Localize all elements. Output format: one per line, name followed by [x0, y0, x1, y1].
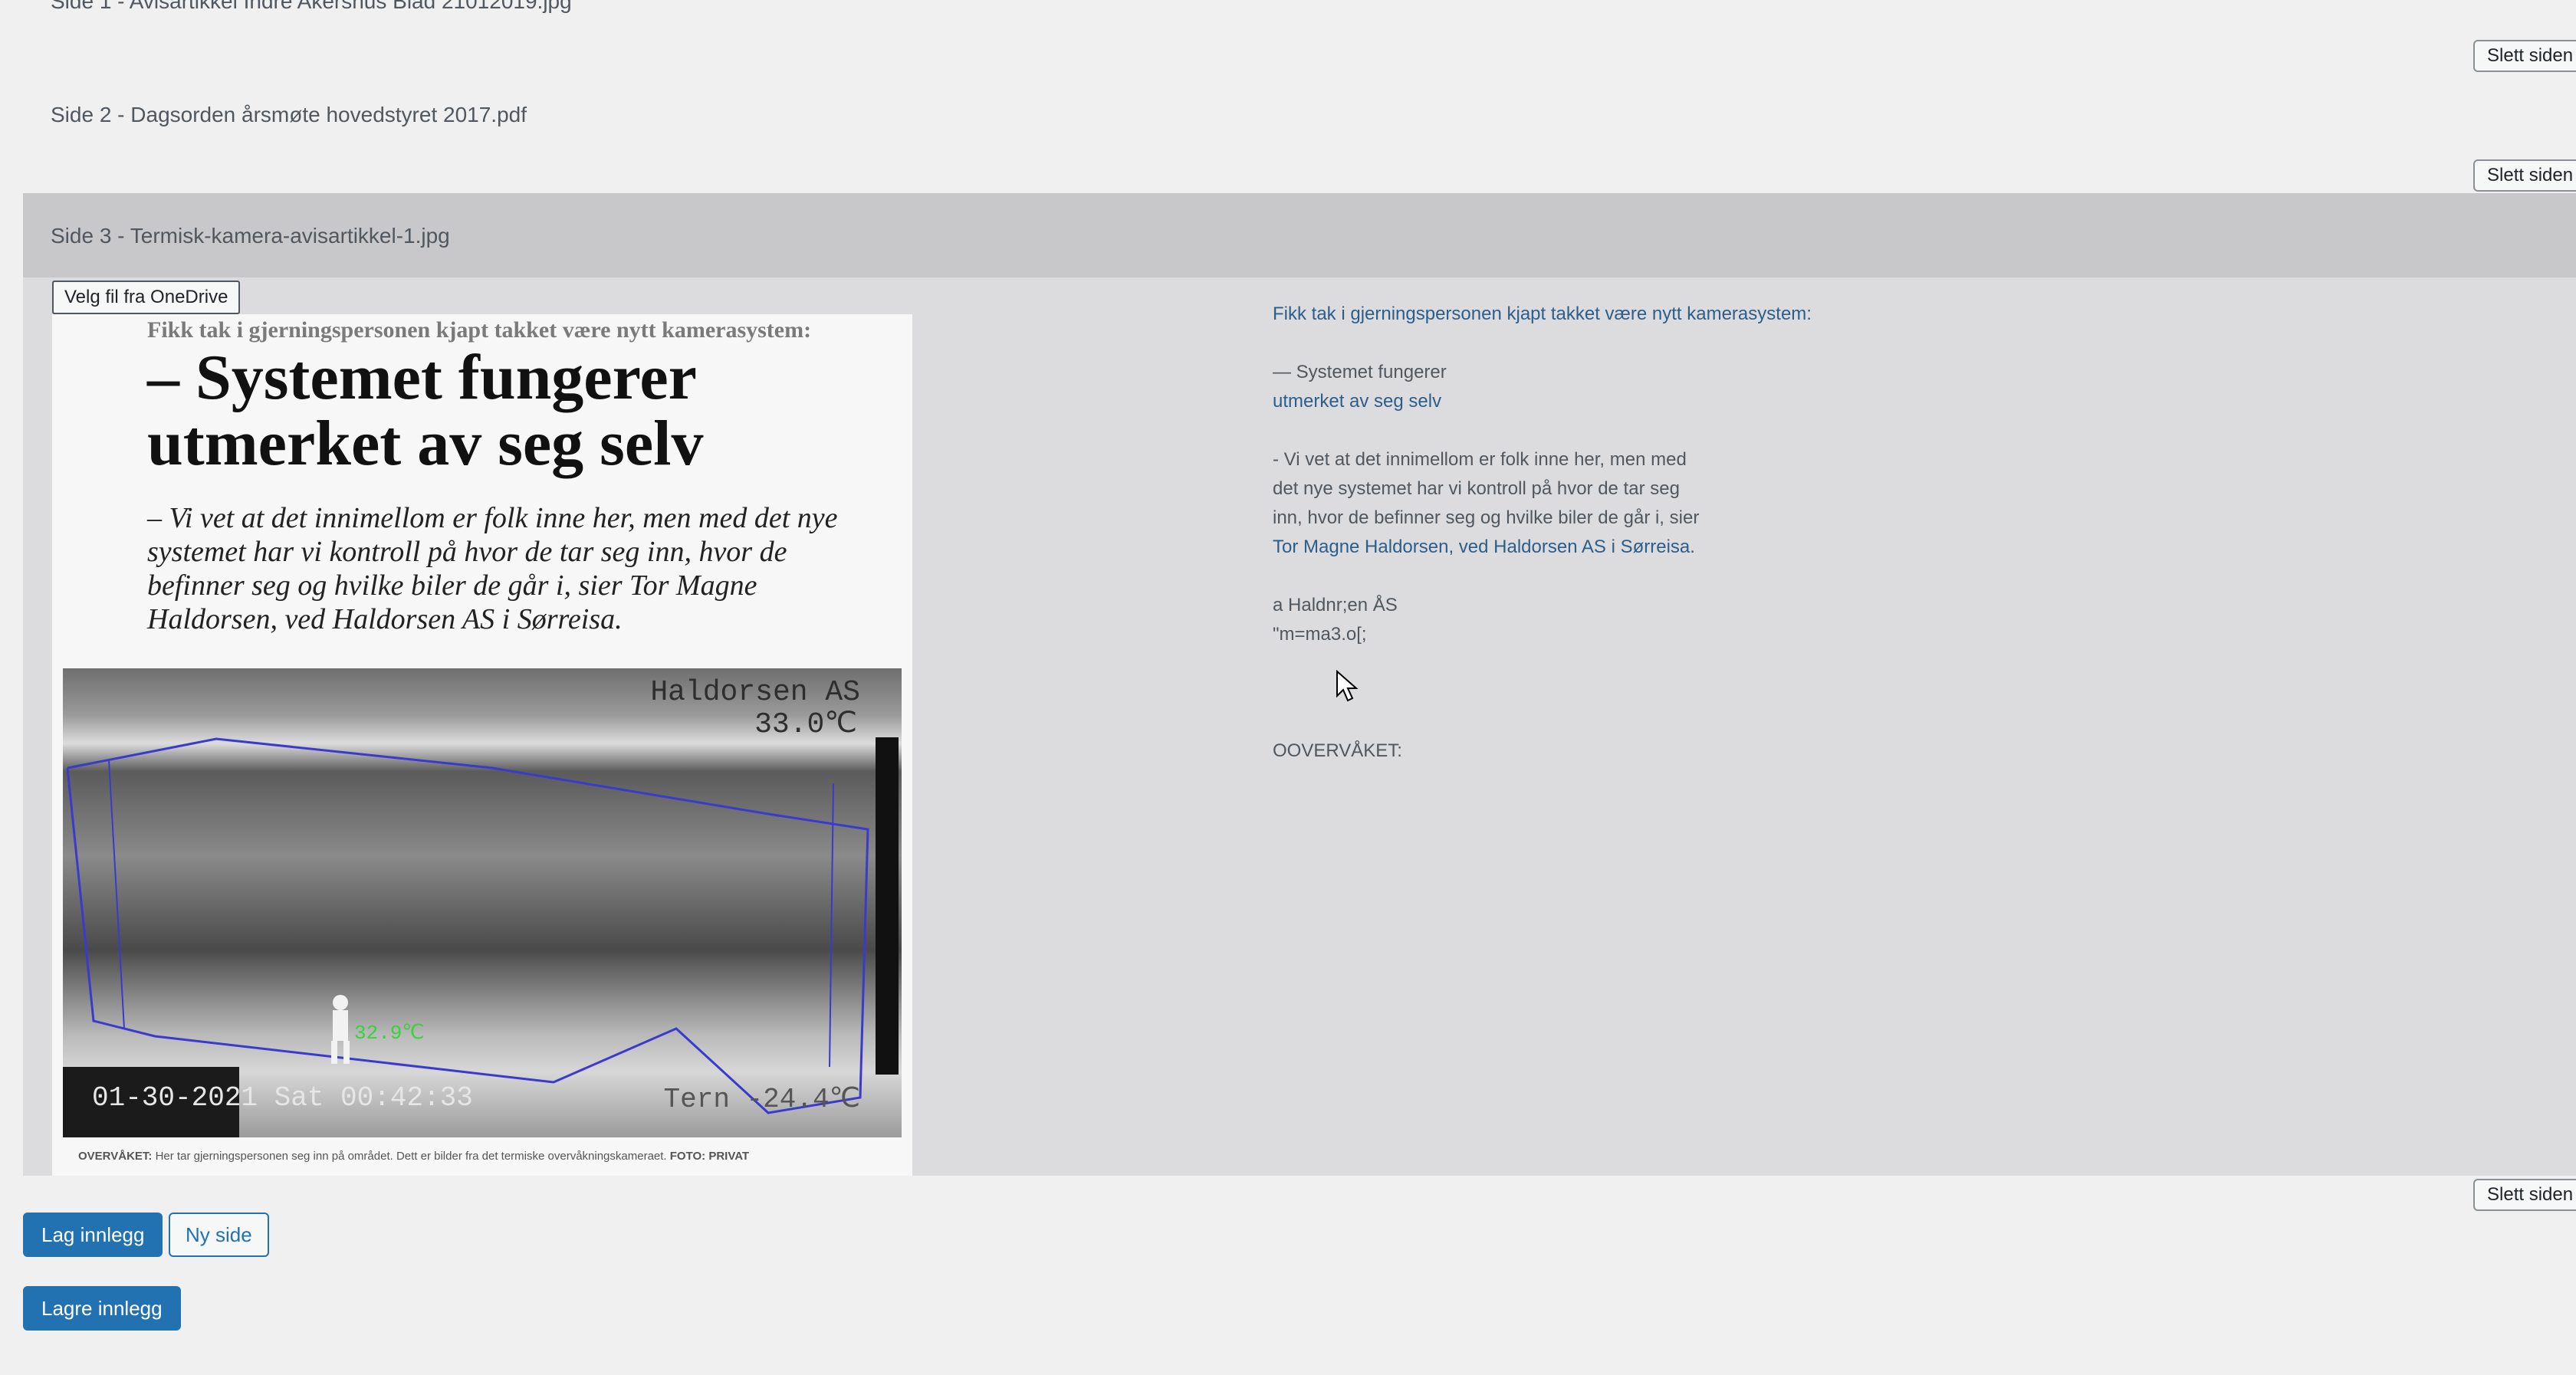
onedrive-file-button[interactable]: Velg fil fra OneDrive	[52, 281, 241, 314]
person-icon	[331, 995, 350, 1064]
mouse-cursor-icon	[1336, 670, 1359, 702]
thermal-camera-photo: Haldorsen AS 33.0℃ 32.9℃ 01-30-2021 Sat …	[63, 668, 902, 1137]
ocr-line-3: utmerket av seg selv	[1273, 391, 1442, 412]
ocr-line-10: OOVERVÅKET:	[1273, 740, 1402, 761]
page-1-title: Side 1 - Avisartikkel Indre Akershus Bla…	[51, 0, 572, 13]
ocr-line-7: Tor Magne Haldorsen, ved Haldorsen AS i …	[1273, 537, 1695, 557]
page-2-title: Side 2 - Dagsorden årsmøte hovedstyret 2…	[51, 103, 527, 126]
ocr-line-5: det nye systemet har vi kontroll på hvor…	[1273, 478, 1680, 499]
article-kicker: Fikk tak i gjerningspersonen kjapt takke…	[147, 317, 812, 343]
ocr-line-4: - Vi vet at det innimellom er folk inne …	[1273, 449, 1687, 470]
ocr-line-9: "m=ma3.o[;	[1273, 624, 1367, 645]
article-headline-line-2: utmerket av seg selv	[147, 408, 704, 479]
photo-caption: OVERVÅKET: Her tar gjerningspersonen seg…	[78, 1150, 749, 1163]
caption-text: Her tar gjerningspersonen seg inn på omr…	[155, 1150, 667, 1163]
delete-page-3-button[interactable]: Slett siden	[2473, 1179, 2576, 1211]
ocr-line-1: Fikk tak i gjerningspersonen kjapt takke…	[1273, 304, 1812, 324]
new-page-button[interactable]: Ny side	[169, 1213, 269, 1257]
save-post-button[interactable]: Lagre innlegg	[23, 1286, 181, 1331]
article-headline: – Systemet fungerer utmerket av seg selv	[147, 345, 899, 477]
photo-person-temp: 32.9℃	[354, 1022, 425, 1045]
ocr-line-8: a Haldnr;en ÅS	[1273, 595, 1398, 615]
ocr-line-2: — Systemet fungerer	[1273, 362, 1447, 382]
ocr-line-6: inn, hvor de befinner seg og hvilke bile…	[1273, 507, 1700, 528]
caption-label: OVERVÅKET:	[78, 1150, 153, 1163]
caption-credit: FOTO: PRIVAT	[669, 1150, 750, 1163]
photo-brand: Haldorsen AS	[650, 676, 860, 709]
article-image[interactable]: Fikk tak i gjerningspersonen kjapt takke…	[52, 314, 912, 1176]
page-3-title: Side 3 - Termisk-kamera-avisartikkel-1.j…	[51, 224, 450, 248]
create-post-button[interactable]: Lag innlegg	[23, 1213, 163, 1257]
photo-temp-top: 33.0℃	[754, 708, 857, 741]
article-headline-line-1: – Systemet fungerer	[147, 342, 697, 413]
photo-timestamp: 01-30-2021 Sat 00:42:33	[92, 1082, 473, 1114]
photo-temp-bottom: Tern -24.4℃	[663, 1084, 860, 1115]
delete-page-1-button[interactable]: Slett siden	[2473, 40, 2576, 72]
delete-page-2-button[interactable]: Slett siden	[2473, 159, 2576, 192]
article-lead: – Vi vet at det innimellom er folk inne …	[147, 502, 838, 635]
